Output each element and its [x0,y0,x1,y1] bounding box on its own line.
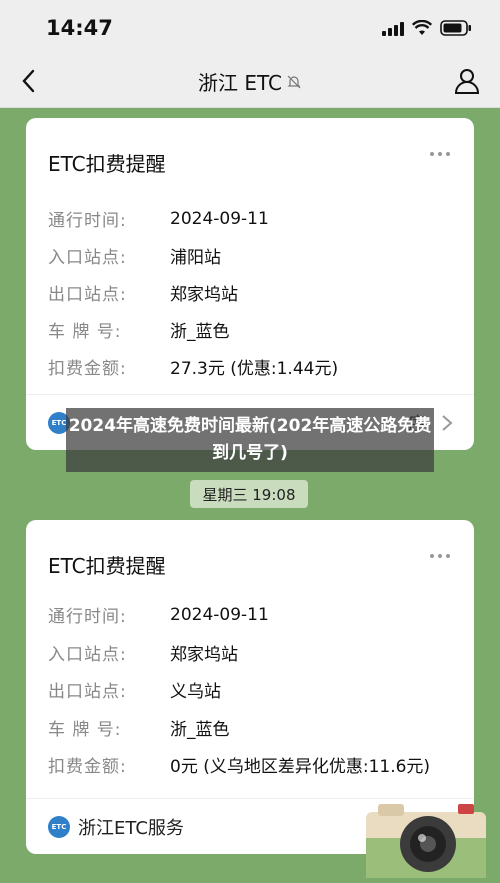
chat-title: 浙江 ETC [197,71,282,95]
row-label: 车 牌 号: [48,322,122,342]
etc-logo-icon: ETC [48,815,70,838]
wifi-icon [412,20,432,36]
row-label: 通行时间: [48,607,127,628]
row-label: 入口站点: [48,644,127,665]
etc-charge-card[interactable]: ETC扣费提醒 通行时间: 2024-09-11 入口站点: 浦阳站 出口站点:… [26,118,474,450]
card-rows: 通行时间: 2024-09-11 入口站点: 浦阳站 出口站点: 郑家坞站 车 … [48,200,452,385]
nav-bar: 浙江 ETC [0,56,500,108]
chevron-left-icon[interactable] [14,66,44,96]
row-label: 扣费金额: [48,359,127,379]
row-value: 2024-09-11 [170,604,269,625]
person-icon[interactable] [452,66,482,96]
card-title: ETC扣费提醒 [48,152,166,176]
nav-title: 浙江 ETC [198,67,302,96]
row-label: 车 牌 号: [48,719,122,740]
row-value: 浙_蓝色 [170,719,230,740]
time-divider: 星期三 19:08 [190,480,308,508]
row-value: 郑家坞站 [170,285,238,305]
row-exit-station: 出口站点: 义乌站 [48,671,452,709]
camera-sticker-icon [366,804,486,878]
chevron-right-icon [442,415,453,431]
row-label: 通行时间: [48,211,127,231]
more-dots-icon[interactable] [430,152,450,156]
more-dots-icon[interactable] [430,554,450,558]
row-value: 浦阳站 [170,248,221,268]
row-exit-station: 出口站点: 郑家坞站 [48,274,452,311]
row-amount: 扣费金额: 0元 (义乌地区差异化优惠:11.6元) [48,746,452,784]
footer-label: 浙江ETC服务 [78,817,184,839]
row-entry-station: 入口站点: 浦阳站 [48,237,452,274]
row-amount: 扣费金额: 27.3元 (优惠:1.44元) [48,348,452,385]
row-value: 0元 (义乌地区差异化优惠:11.6元) [170,757,431,778]
signal-icon [382,20,404,36]
headline-overlay: 2024年高速免费时间最新(202年高速公路免费到几号了) [66,408,434,472]
row-value: 义乌站 [170,682,221,703]
row-label: 入口站点: [48,248,127,268]
status-time: 14:47 [46,16,113,40]
row-label: 出口站点: [48,285,127,305]
row-label: 扣费金额: [48,757,127,778]
status-icons [382,20,472,36]
row-plate: 车 牌 号: 浙_蓝色 [48,709,452,747]
status-bar: 14:47 [0,0,500,56]
row-pass-time: 通行时间: 2024-09-11 [48,596,452,634]
card-rows: 通行时间: 2024-09-11 入口站点: 郑家坞站 出口站点: 义乌站 车 … [48,596,452,784]
row-value: 浙_蓝色 [170,322,230,342]
row-plate: 车 牌 号: 浙_蓝色 [48,311,452,348]
row-value: 27.3元 (优惠:1.44元) [170,359,339,379]
row-entry-station: 入口站点: 郑家坞站 [48,634,452,672]
row-value: 郑家坞站 [170,644,238,665]
bell-muted-icon [287,75,301,88]
row-value: 2024-09-11 [170,208,269,229]
battery-icon [440,20,472,36]
row-label: 出口站点: [48,682,127,703]
card-title: ETC扣费提醒 [48,554,166,578]
row-pass-time: 通行时间: 2024-09-11 [48,200,452,237]
